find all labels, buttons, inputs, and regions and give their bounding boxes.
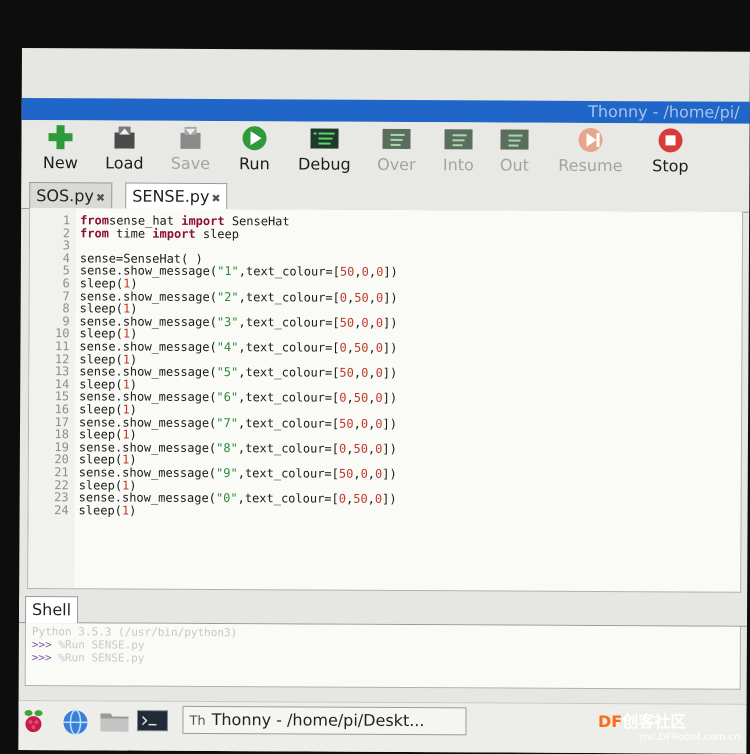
stop-label: Stop	[635, 156, 705, 175]
resume-icon	[575, 127, 605, 153]
new-button[interactable]: New	[25, 124, 95, 172]
watermark-url: mc.DFRobot.com.cn	[640, 732, 740, 743]
tab-shell[interactable]: Shell	[25, 596, 78, 623]
stop-icon	[655, 127, 685, 153]
step-out-label: Out	[479, 155, 549, 174]
stop-button[interactable]: Stop	[635, 127, 705, 175]
save-button[interactable]: Save	[155, 125, 225, 173]
file-manager-icon[interactable]	[98, 709, 130, 737]
debug-button[interactable]: Debug	[289, 125, 359, 173]
shell-console[interactable]: Python 3.5.3 (/usr/bin/python3) >>> %Run…	[25, 623, 741, 690]
resume-label: Resume	[555, 156, 625, 175]
debug-label: Debug	[289, 154, 359, 173]
step-over-icon	[381, 126, 411, 152]
raspberry-menu-icon[interactable]	[22, 709, 44, 737]
code-text: sleep(1)	[79, 504, 137, 517]
tab-sense-py[interactable]: SENSE.py✖	[125, 183, 228, 212]
window-title: Thonny - /home/pi/	[588, 102, 740, 122]
run-button[interactable]: Run	[219, 125, 289, 173]
taskbar-item-label: Thonny - /home/pi/Deskt...	[212, 710, 425, 730]
load-button[interactable]: Load	[89, 124, 159, 172]
step-into-icon	[443, 126, 473, 152]
web-browser-icon[interactable]	[60, 709, 90, 739]
step-over-label: Over	[361, 155, 431, 174]
code-line: 24 sleep(1)	[29, 504, 729, 521]
save-icon	[175, 125, 205, 151]
save-label: Save	[155, 154, 225, 173]
code-editor[interactable]: 1fromsense_hat import SenseHat2from time…	[27, 208, 743, 593]
new-label: New	[25, 153, 95, 172]
shell-tabbar: Shell	[19, 596, 747, 627]
shell-version-line: Python 3.5.3 (/usr/bin/python3)	[32, 625, 237, 639]
tab-sos-py[interactable]: SOS.py✖	[29, 182, 112, 209]
load-label: Load	[89, 153, 159, 172]
toolbar: New Load Save Run Debug	[21, 120, 749, 184]
load-icon	[109, 124, 139, 150]
line-number: 24	[39, 504, 69, 517]
run-icon	[239, 125, 269, 151]
watermark: DF创客社区 mc.DFRobot.com.cn	[598, 702, 748, 746]
run-label: Run	[219, 154, 289, 173]
taskbar-item-thonny[interactable]: Th Thonny - /home/pi/Deskt...	[182, 706, 466, 735]
shell-line: >>> %Run SENSE.py	[32, 651, 145, 665]
shell-prompt: >>>	[32, 638, 52, 651]
step-out-icon	[499, 127, 529, 153]
resume-button[interactable]: Resume	[555, 127, 625, 175]
watermark-cn-text: 创客社区	[622, 712, 686, 731]
screen: Thonny - /home/pi/ New Load Save Run	[18, 48, 750, 754]
shell-prompt: >>>	[32, 651, 52, 664]
shell-command: %Run SENSE.py	[52, 638, 145, 651]
tab-label: SENSE.py	[132, 187, 209, 206]
step-over-button[interactable]: Over	[361, 126, 431, 174]
shell-line: >>> %Run SENSE.py	[32, 638, 145, 652]
shell-command: %Run SENSE.py	[52, 651, 145, 664]
close-icon[interactable]: ✖	[211, 192, 220, 205]
watermark-logo: DF创客社区	[598, 708, 686, 732]
debug-icon	[309, 126, 339, 152]
terminal-icon[interactable]	[136, 710, 168, 736]
tab-label: SOS.py	[36, 186, 94, 205]
watermark-logo-text: DF	[598, 712, 622, 731]
close-icon[interactable]: ✖	[96, 191, 105, 204]
new-icon	[45, 124, 75, 150]
step-out-button[interactable]: Out	[479, 126, 549, 174]
thonny-icon: Th	[189, 714, 205, 729]
